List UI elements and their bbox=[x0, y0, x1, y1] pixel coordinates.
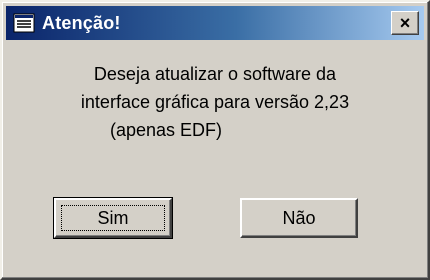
close-button[interactable]: × bbox=[391, 11, 419, 35]
close-icon: × bbox=[399, 13, 411, 33]
dialog-title: Atenção! bbox=[42, 12, 121, 33]
message-line: interface gráfica para versão 2,23 bbox=[80, 92, 350, 112]
yes-button[interactable]: Sim bbox=[53, 197, 173, 239]
dialog-message: Deseja atualizar o software da interface… bbox=[22, 60, 408, 144]
app-window-icon bbox=[12, 11, 36, 35]
alert-dialog: Atenção! × Deseja atualizar o software d… bbox=[0, 0, 430, 280]
message-line: (apenas EDF) bbox=[110, 120, 223, 140]
title-bar[interactable]: Atenção! × bbox=[6, 6, 424, 40]
no-button-label: Não bbox=[282, 207, 316, 228]
message-line: Deseja atualizar o software da bbox=[93, 64, 337, 84]
no-button[interactable]: Não bbox=[240, 198, 358, 238]
yes-button-label: Sim bbox=[97, 207, 129, 228]
